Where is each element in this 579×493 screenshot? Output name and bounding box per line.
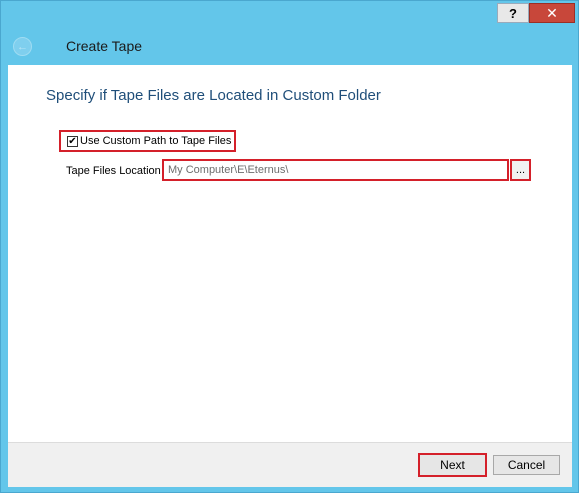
tape-files-location-input[interactable]: My Computer\E\Eternus\ [162, 159, 509, 181]
window-title: Create Tape [66, 38, 143, 54]
tape-files-location-label: Tape Files Location [66, 165, 161, 177]
use-custom-path-checkbox[interactable]: ✔ [67, 135, 78, 147]
wizard-content: Specify if Tape Files are Located in Cus… [8, 65, 572, 442]
create-tape-window: ? ✕ ← Create Tape Specify if Tape Files … [0, 0, 579, 493]
wizard-footer: Next Cancel [8, 442, 572, 487]
use-custom-path-option[interactable]: ✔ Use Custom Path to Tape Files [59, 130, 236, 152]
back-arrow-icon[interactable]: ← [13, 37, 32, 56]
close-button[interactable]: ✕ [529, 3, 575, 23]
page-heading: Specify if Tape Files are Located in Cus… [46, 87, 381, 104]
next-button[interactable]: Next [418, 453, 487, 477]
help-button[interactable]: ? [497, 3, 529, 23]
use-custom-path-label[interactable]: Use Custom Path to Tape Files [80, 135, 231, 147]
cancel-button[interactable]: Cancel [493, 455, 560, 475]
browse-button[interactable]: ... [510, 159, 531, 181]
